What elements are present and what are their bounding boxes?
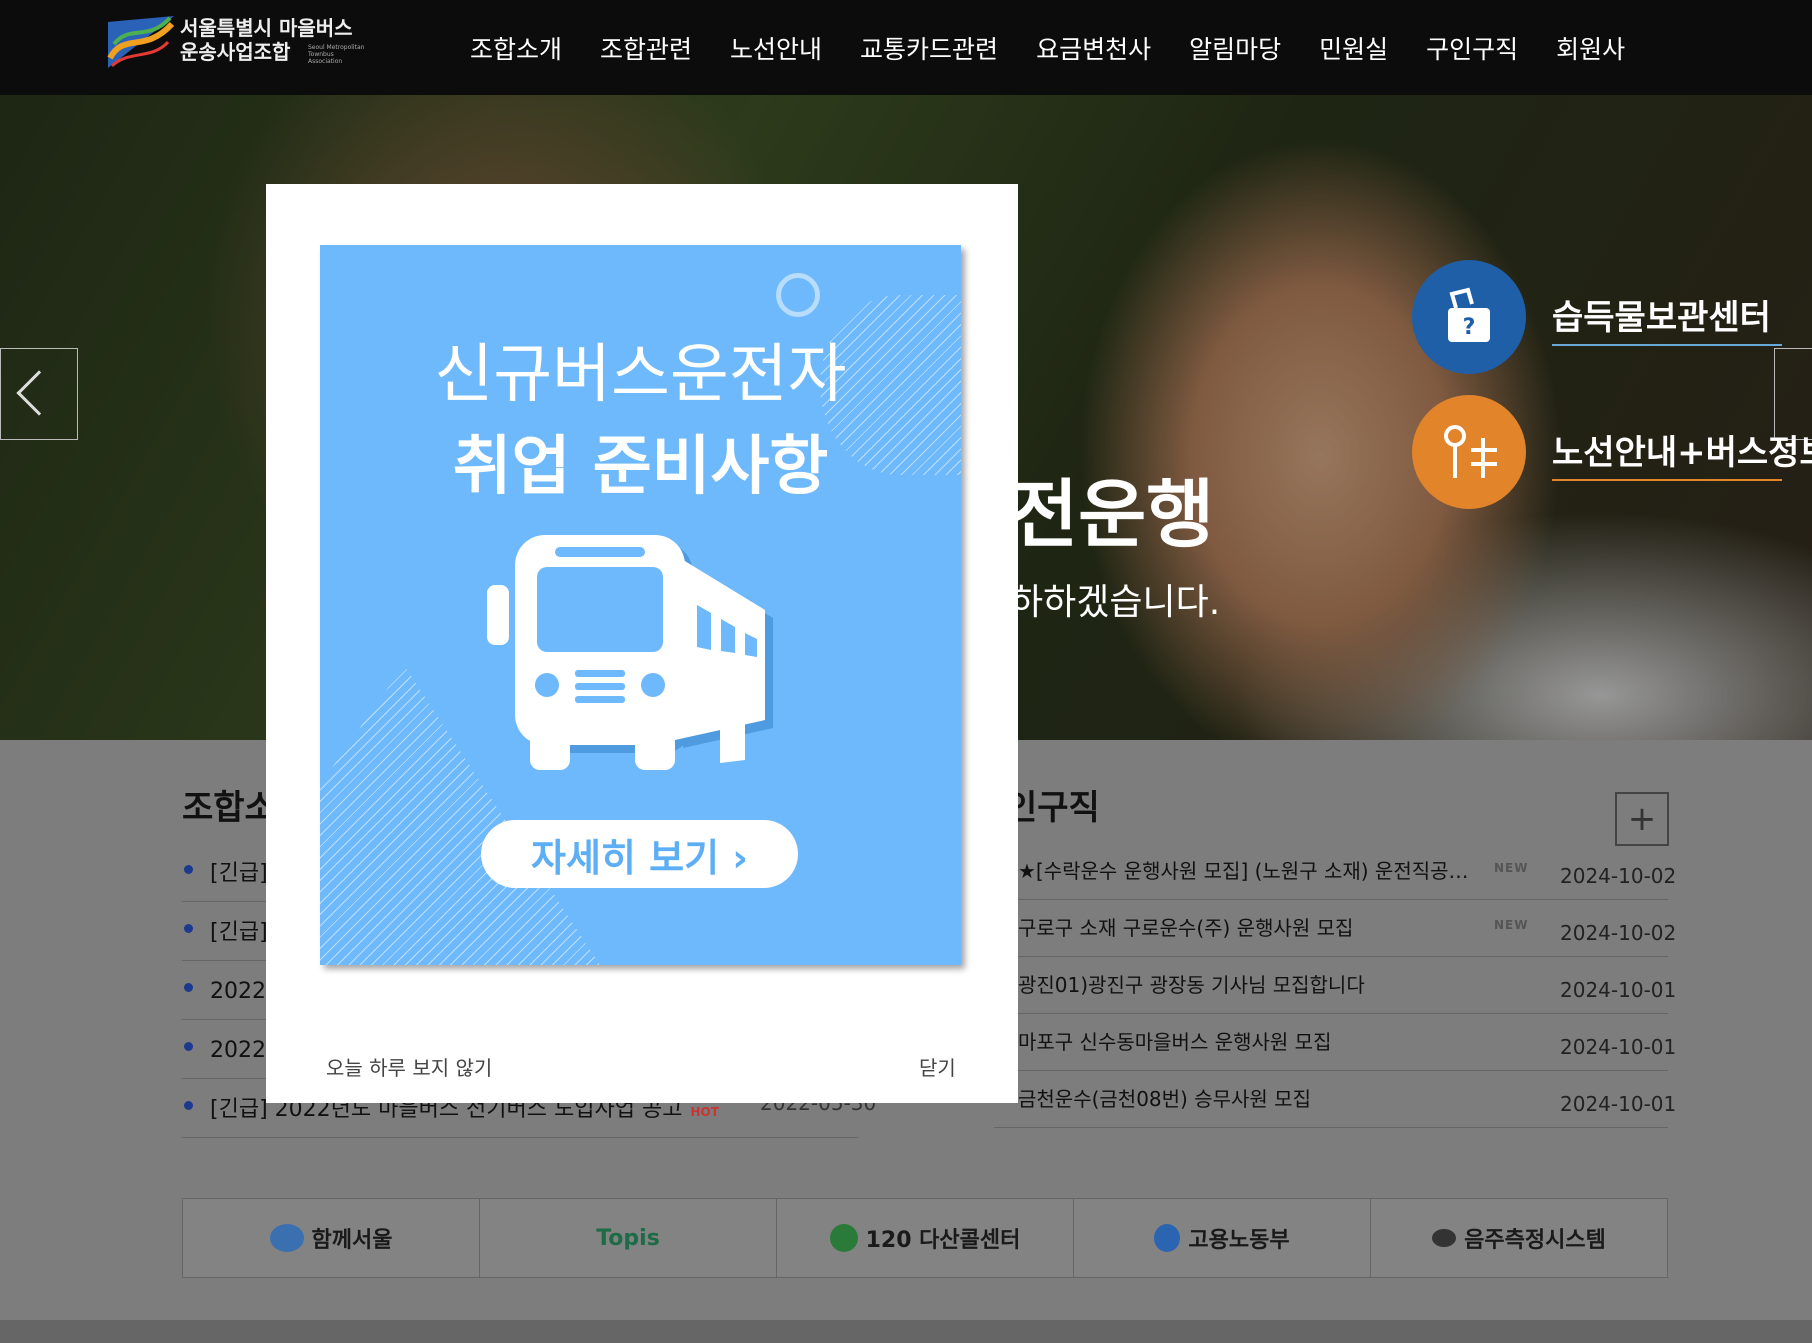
main-nav: 조합소개 조합관련 노선안내 교통카드관련 요금변천사 알림마당 민원실 구인구… xyxy=(470,30,1663,70)
list-item-date: 2024-10-02 xyxy=(1560,921,1677,945)
logo-text: 서울특별시 마을버스 운송사업조합 Seoul Metropolitan Tow… xyxy=(180,16,364,65)
banner-label: 음주측정시스템 xyxy=(1464,1228,1606,1253)
ring-decoration xyxy=(776,273,820,317)
banner-label: Topis xyxy=(596,1225,660,1251)
list-item-date: 2024-10-01 xyxy=(1560,978,1677,1002)
banner-label: 함께서울 xyxy=(311,1228,393,1253)
dont-show-today-button[interactable]: 오늘 하루 보지 않기 xyxy=(326,1052,492,1081)
eye-logo-icon xyxy=(1432,1229,1457,1247)
list-item-date: 2024-10-02 xyxy=(1560,864,1677,888)
bullet-icon xyxy=(184,1042,193,1051)
list-item[interactable]: ★[수락운수 운행사원 모집] (노원구 소재) 운전직공무원 준… NEW 202… xyxy=(994,843,1676,900)
bus-icon xyxy=(487,535,773,770)
list-item-title: 구로구 소재 구로운수(주) 운행사원 모집 xyxy=(1018,916,1354,940)
partner-banners: 함께서울 Topis 120 다산콜센터 고용노동부 음주측정시스템 xyxy=(182,1198,1668,1278)
nav-item-fare-history[interactable]: 요금변천사 xyxy=(1036,30,1151,70)
hero-headline: 전운행 xyxy=(1010,472,1215,558)
banner-together-seoul[interactable]: 함께서울 xyxy=(183,1199,480,1277)
call-center-logo-icon xyxy=(829,1224,858,1252)
quick-link-route-info[interactable]: 노선안내+버스정보 xyxy=(1412,395,1812,515)
quick-link-label: 습득물보관센터 xyxy=(1552,298,1771,338)
banner-topis[interactable]: Topis xyxy=(480,1199,777,1277)
popup-close-button[interactable]: 닫기 xyxy=(919,1052,956,1081)
nav-item-notices[interactable]: 알림마당 xyxy=(1189,30,1281,70)
nav-item-members[interactable]: 회원사 xyxy=(1556,30,1625,70)
site-header: 서울특별시 마을버스 운송사업조합 Seoul Metropolitan Tow… xyxy=(0,0,1812,95)
quick-link-underline xyxy=(1552,479,1782,481)
list-item-title: ★[수락운수 운행사원 모집] (노원구 소재) 운전직공무원 준… xyxy=(1018,859,1478,883)
heart-logo-icon xyxy=(269,1224,304,1252)
footer-bar xyxy=(0,1320,1812,1343)
nav-item-about[interactable]: 조합소개 xyxy=(470,30,562,70)
list-item-title: 금천운수(금천08번) 승무사원 모집 xyxy=(1018,1087,1311,1111)
list-item-title: 광진01)광진구 광장동 기사님 모집합니다 xyxy=(1018,973,1365,997)
notice-section-title: 조합소 xyxy=(182,788,276,828)
new-badge: NEW xyxy=(1494,861,1529,875)
list-item-title: [긴급] xyxy=(210,861,268,886)
popup-title-line2: 취업 준비사항 xyxy=(452,430,829,504)
nav-item-jobs[interactable]: 구인구직 xyxy=(1426,30,1518,70)
popup-title-line1: 신규버스운전자 xyxy=(434,338,847,412)
jobs-section-title: 인구직 xyxy=(1006,788,1100,828)
list-item[interactable]: 마포구 신수동마을버스 운행사원 모집 2024-10-01 xyxy=(994,1014,1676,1071)
chevron-left-icon xyxy=(16,370,62,416)
new-badge: NEW xyxy=(1494,918,1529,932)
banner-alcohol-test-system[interactable]: 음주측정시스템 xyxy=(1371,1199,1667,1277)
hot-badge: HOT xyxy=(690,1105,719,1119)
logo-mark-icon xyxy=(107,16,175,68)
notice-popup: 신규버스운전자 취업 준비사항 자세히 보기 › 오늘 하루 보지 않기 닫기 xyxy=(266,184,1018,1103)
svg-text:?: ? xyxy=(1463,315,1476,340)
jobs-list: ★[수락운수 운행사원 모집] (노원구 소재) 운전직공무원 준… NEW 202… xyxy=(994,843,1676,1128)
quick-link-underline xyxy=(1552,344,1782,346)
logo-line1: 서울특별시 마을버스 xyxy=(180,16,353,40)
list-item[interactable]: 광진01)광진구 광장동 기사님 모집합니다 2024-10-01 xyxy=(994,957,1676,1014)
bullet-icon xyxy=(184,865,193,874)
list-item-title: 마포구 신수동마을버스 운행사원 모집 xyxy=(1018,1030,1332,1054)
nav-item-complaints[interactable]: 민원실 xyxy=(1319,30,1388,70)
bullet-icon xyxy=(184,1101,193,1110)
nav-item-union[interactable]: 조합관련 xyxy=(600,30,692,70)
quick-link-label: 노선안내+버스정보 xyxy=(1552,433,1812,473)
list-item[interactable]: 구로구 소재 구로운수(주) 운행사원 모집 NEW 2024-10-02 xyxy=(994,900,1676,957)
jobs-more-button[interactable]: + xyxy=(1615,792,1669,846)
route-icon xyxy=(1412,395,1526,509)
lost-and-found-icon: ? xyxy=(1412,260,1526,374)
ministry-logo-icon xyxy=(1154,1224,1181,1252)
logo-en-text: Seoul Metropolitan Townbus Association xyxy=(308,44,365,65)
hero-subtitle: 하하겠습니다. xyxy=(1010,582,1221,623)
bullet-icon xyxy=(184,924,193,933)
bullet-icon xyxy=(184,983,193,992)
list-item-title: [긴급] xyxy=(210,920,268,945)
list-item-date: 2024-10-01 xyxy=(1560,1092,1677,1116)
banner-label: 120 다산콜센터 xyxy=(865,1228,1021,1253)
quick-link-lost-found[interactable]: ? 습득물보관센터 xyxy=(1412,260,1812,380)
banner-120-call-center[interactable]: 120 다산콜센터 xyxy=(777,1199,1074,1277)
popup-banner-image[interactable]: 신규버스운전자 취업 준비사항 자세히 보기 › xyxy=(320,245,961,965)
nav-item-transit-card[interactable]: 교통카드관련 xyxy=(860,30,998,70)
nav-item-routes[interactable]: 노선안내 xyxy=(730,30,822,70)
banner-label: 고용노동부 xyxy=(1188,1228,1290,1253)
list-item-date: 2024-10-01 xyxy=(1560,1035,1677,1059)
list-item[interactable]: 금천운수(금천08번) 승무사원 모집 2024-10-01 xyxy=(994,1071,1676,1128)
site-logo[interactable]: 서울특별시 마을버스 운송사업조합 Seoul Metropolitan Tow… xyxy=(104,14,374,72)
slider-prev-button[interactable] xyxy=(0,348,78,440)
banner-ministry-of-labor[interactable]: 고용노동부 xyxy=(1074,1199,1371,1277)
view-details-button[interactable]: 자세히 보기 › xyxy=(481,820,798,888)
